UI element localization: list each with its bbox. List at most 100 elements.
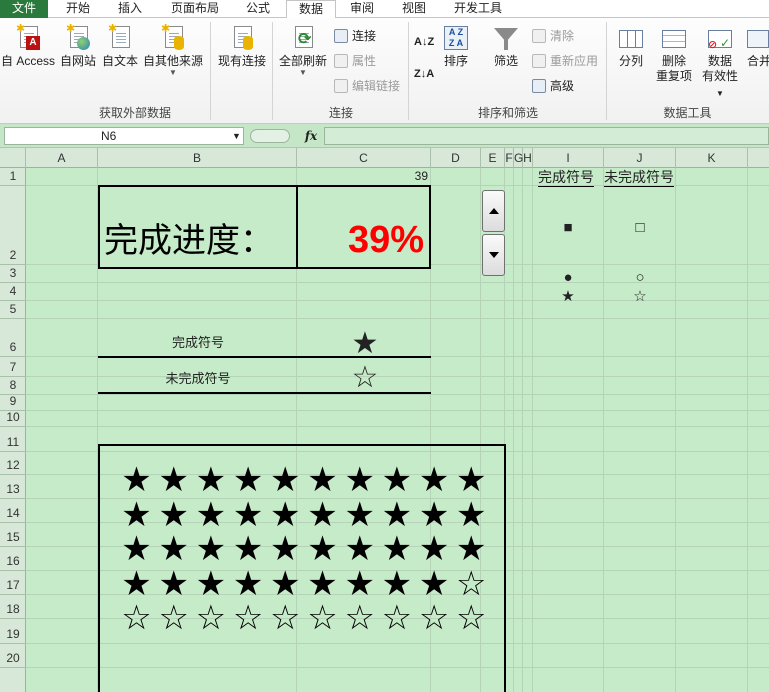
reapply-button[interactable]: 重新应用 xyxy=(532,53,598,69)
tab-view[interactable]: 视图 xyxy=(392,0,436,18)
select-all-corner[interactable] xyxy=(0,148,26,168)
empty-star-icon: ☆ xyxy=(195,599,227,637)
group-label-sort-filter: 排序和筛选 xyxy=(477,106,538,120)
row-header[interactable]: 15 xyxy=(0,523,26,547)
row-header[interactable]: 3 xyxy=(0,265,26,283)
column-header[interactable]: F xyxy=(505,148,514,168)
from-text-button[interactable]: ✱ 自文本 xyxy=(100,24,140,69)
data-validation-button[interactable]: ✓ ⊘ 数据 有效性 ▼ xyxy=(698,24,742,101)
sort-button[interactable]: A ZZ A 排序 xyxy=(440,24,472,69)
column-header[interactable]: C xyxy=(297,148,431,168)
tab-formulas[interactable]: 公式 xyxy=(236,0,280,18)
empty-star-icon: ☆ xyxy=(121,599,152,637)
row-header[interactable]: 20 xyxy=(0,644,26,668)
row-header[interactable]: 14 xyxy=(0,499,26,523)
existing-connections-button[interactable]: 现有连接 xyxy=(214,24,270,69)
remove-duplicates-button[interactable]: 删除 重复项 xyxy=(652,24,696,84)
symbol-done[interactable]: ■ xyxy=(558,220,578,236)
cell-c1-value[interactable]: 39 xyxy=(380,169,428,183)
name-box[interactable]: N6 xyxy=(4,127,244,145)
properties-button[interactable]: 属性 xyxy=(334,53,376,69)
symbol-done[interactable]: ★ xyxy=(558,289,578,305)
empty-star-icon: ☆ xyxy=(381,599,413,637)
formula-bar-expander[interactable] xyxy=(250,129,290,143)
tab-insert[interactable]: 插入 xyxy=(108,0,152,18)
filled-star-icon: ★ xyxy=(158,564,189,603)
dropdown-arrow-icon: ▼ xyxy=(299,68,307,77)
symbol-done[interactable]: ● xyxy=(558,270,578,286)
row-header[interactable]: 7 xyxy=(0,357,26,377)
row-header[interactable]: 2 xyxy=(0,186,26,265)
sort-ascending-button[interactable]: A↓Z xyxy=(414,34,434,50)
filled-star-icon: ★ xyxy=(418,564,450,603)
row-header[interactable]: 1 xyxy=(0,168,26,186)
row-header[interactable]: 17 xyxy=(0,571,26,595)
sort-descending-button[interactable]: Z↓A xyxy=(414,66,434,82)
column-header[interactable]: J xyxy=(604,148,676,168)
row-header[interactable]: 13 xyxy=(0,475,26,499)
group-label-data-tools: 数据工具 xyxy=(663,106,712,120)
clear-button[interactable]: 清除 xyxy=(532,28,574,44)
row-gridline xyxy=(26,426,769,427)
worksheet-grid[interactable]: A B C D E F G H I J K 1 2 3 4 5 6 7 8 9 10 11 12 13 1… xyxy=(0,148,769,692)
row-header[interactable]: 10 xyxy=(0,410,26,427)
row-header[interactable]: 6 xyxy=(0,319,26,357)
connections-button[interactable]: 连接 xyxy=(334,28,376,44)
tab-developer[interactable]: 开发工具 xyxy=(446,0,510,18)
consolidate-button[interactable]: 合并 xyxy=(744,24,769,69)
symbol-undone[interactable]: ☆ xyxy=(630,289,650,305)
filled-star-icon: ★ xyxy=(121,564,152,603)
column-header[interactable]: I xyxy=(533,148,604,168)
filled-star-icon: ★ xyxy=(456,461,487,499)
tab-file[interactable]: 文件 xyxy=(0,0,48,18)
spin-up-button[interactable] xyxy=(482,190,505,232)
column-header[interactable]: A xyxy=(26,148,98,168)
sort-za-icon: Z↓A xyxy=(414,68,435,80)
refresh-all-button[interactable]: ⟳ 全部刷新 ▼ xyxy=(276,24,330,77)
filter-button[interactable]: 筛选 xyxy=(488,24,524,69)
row-header[interactable]: 4 xyxy=(0,283,26,301)
spin-down-button[interactable] xyxy=(482,234,505,276)
from-other-sources-button[interactable]: ✱ 自其他来源 ▼ xyxy=(142,24,204,77)
web-icon: ✱ xyxy=(64,24,92,52)
legend-undone-label: 未完成符号 xyxy=(165,371,231,386)
row-header[interactable]: 9 xyxy=(0,394,26,411)
filled-star-icon: ★ xyxy=(195,564,227,603)
empty-star-icon: ☆ xyxy=(158,599,189,637)
column-header[interactable]: H xyxy=(523,148,533,168)
column-header[interactable]: G xyxy=(514,148,523,168)
filter-funnel-icon xyxy=(492,24,520,52)
column-header[interactable]: E xyxy=(481,148,505,168)
from-access-button[interactable]: ✱ A 自 Access xyxy=(0,24,56,69)
tab-data[interactable]: 数据 xyxy=(286,0,336,19)
column-header[interactable]: D xyxy=(431,148,481,168)
empty-star-icon: ☆ xyxy=(418,599,450,637)
formula-input[interactable] xyxy=(324,127,769,145)
symbol-header-undone: 未完成符号 xyxy=(604,169,674,187)
column-header[interactable]: K xyxy=(676,148,748,168)
symbol-undone[interactable]: □ xyxy=(630,220,650,236)
column-gridline xyxy=(747,168,748,692)
from-web-button[interactable]: ✱ 自网站 xyxy=(58,24,98,69)
tab-page-layout[interactable]: 页面布局 xyxy=(160,0,230,18)
advanced-button[interactable]: 高级 xyxy=(532,78,574,94)
remove-duplicates-icon xyxy=(660,24,688,52)
tab-review[interactable]: 审阅 xyxy=(340,0,384,18)
symbol-undone[interactable]: ○ xyxy=(630,270,650,286)
row-header[interactable]: 19 xyxy=(0,619,26,644)
row-header[interactable]: 12 xyxy=(0,452,26,475)
row-header[interactable]: 8 xyxy=(0,377,26,395)
tab-home[interactable]: 开始 xyxy=(56,0,100,18)
column-header[interactable] xyxy=(748,148,769,168)
edit-links-button[interactable]: 编辑链接 xyxy=(334,78,400,94)
row-header[interactable]: 11 xyxy=(0,427,26,452)
group-label-connections: 连接 xyxy=(328,106,353,120)
insert-function-icon[interactable]: fx xyxy=(300,127,322,145)
row-header[interactable]: 5 xyxy=(0,301,26,319)
column-header[interactable]: B xyxy=(98,148,297,168)
name-box-dropdown-icon[interactable]: ▼ xyxy=(229,127,244,145)
filled-star-icon: ★ xyxy=(344,564,375,603)
row-header[interactable]: 16 xyxy=(0,547,26,571)
text-to-columns-button[interactable]: 分列 xyxy=(612,24,650,69)
row-header[interactable]: 18 xyxy=(0,595,26,619)
